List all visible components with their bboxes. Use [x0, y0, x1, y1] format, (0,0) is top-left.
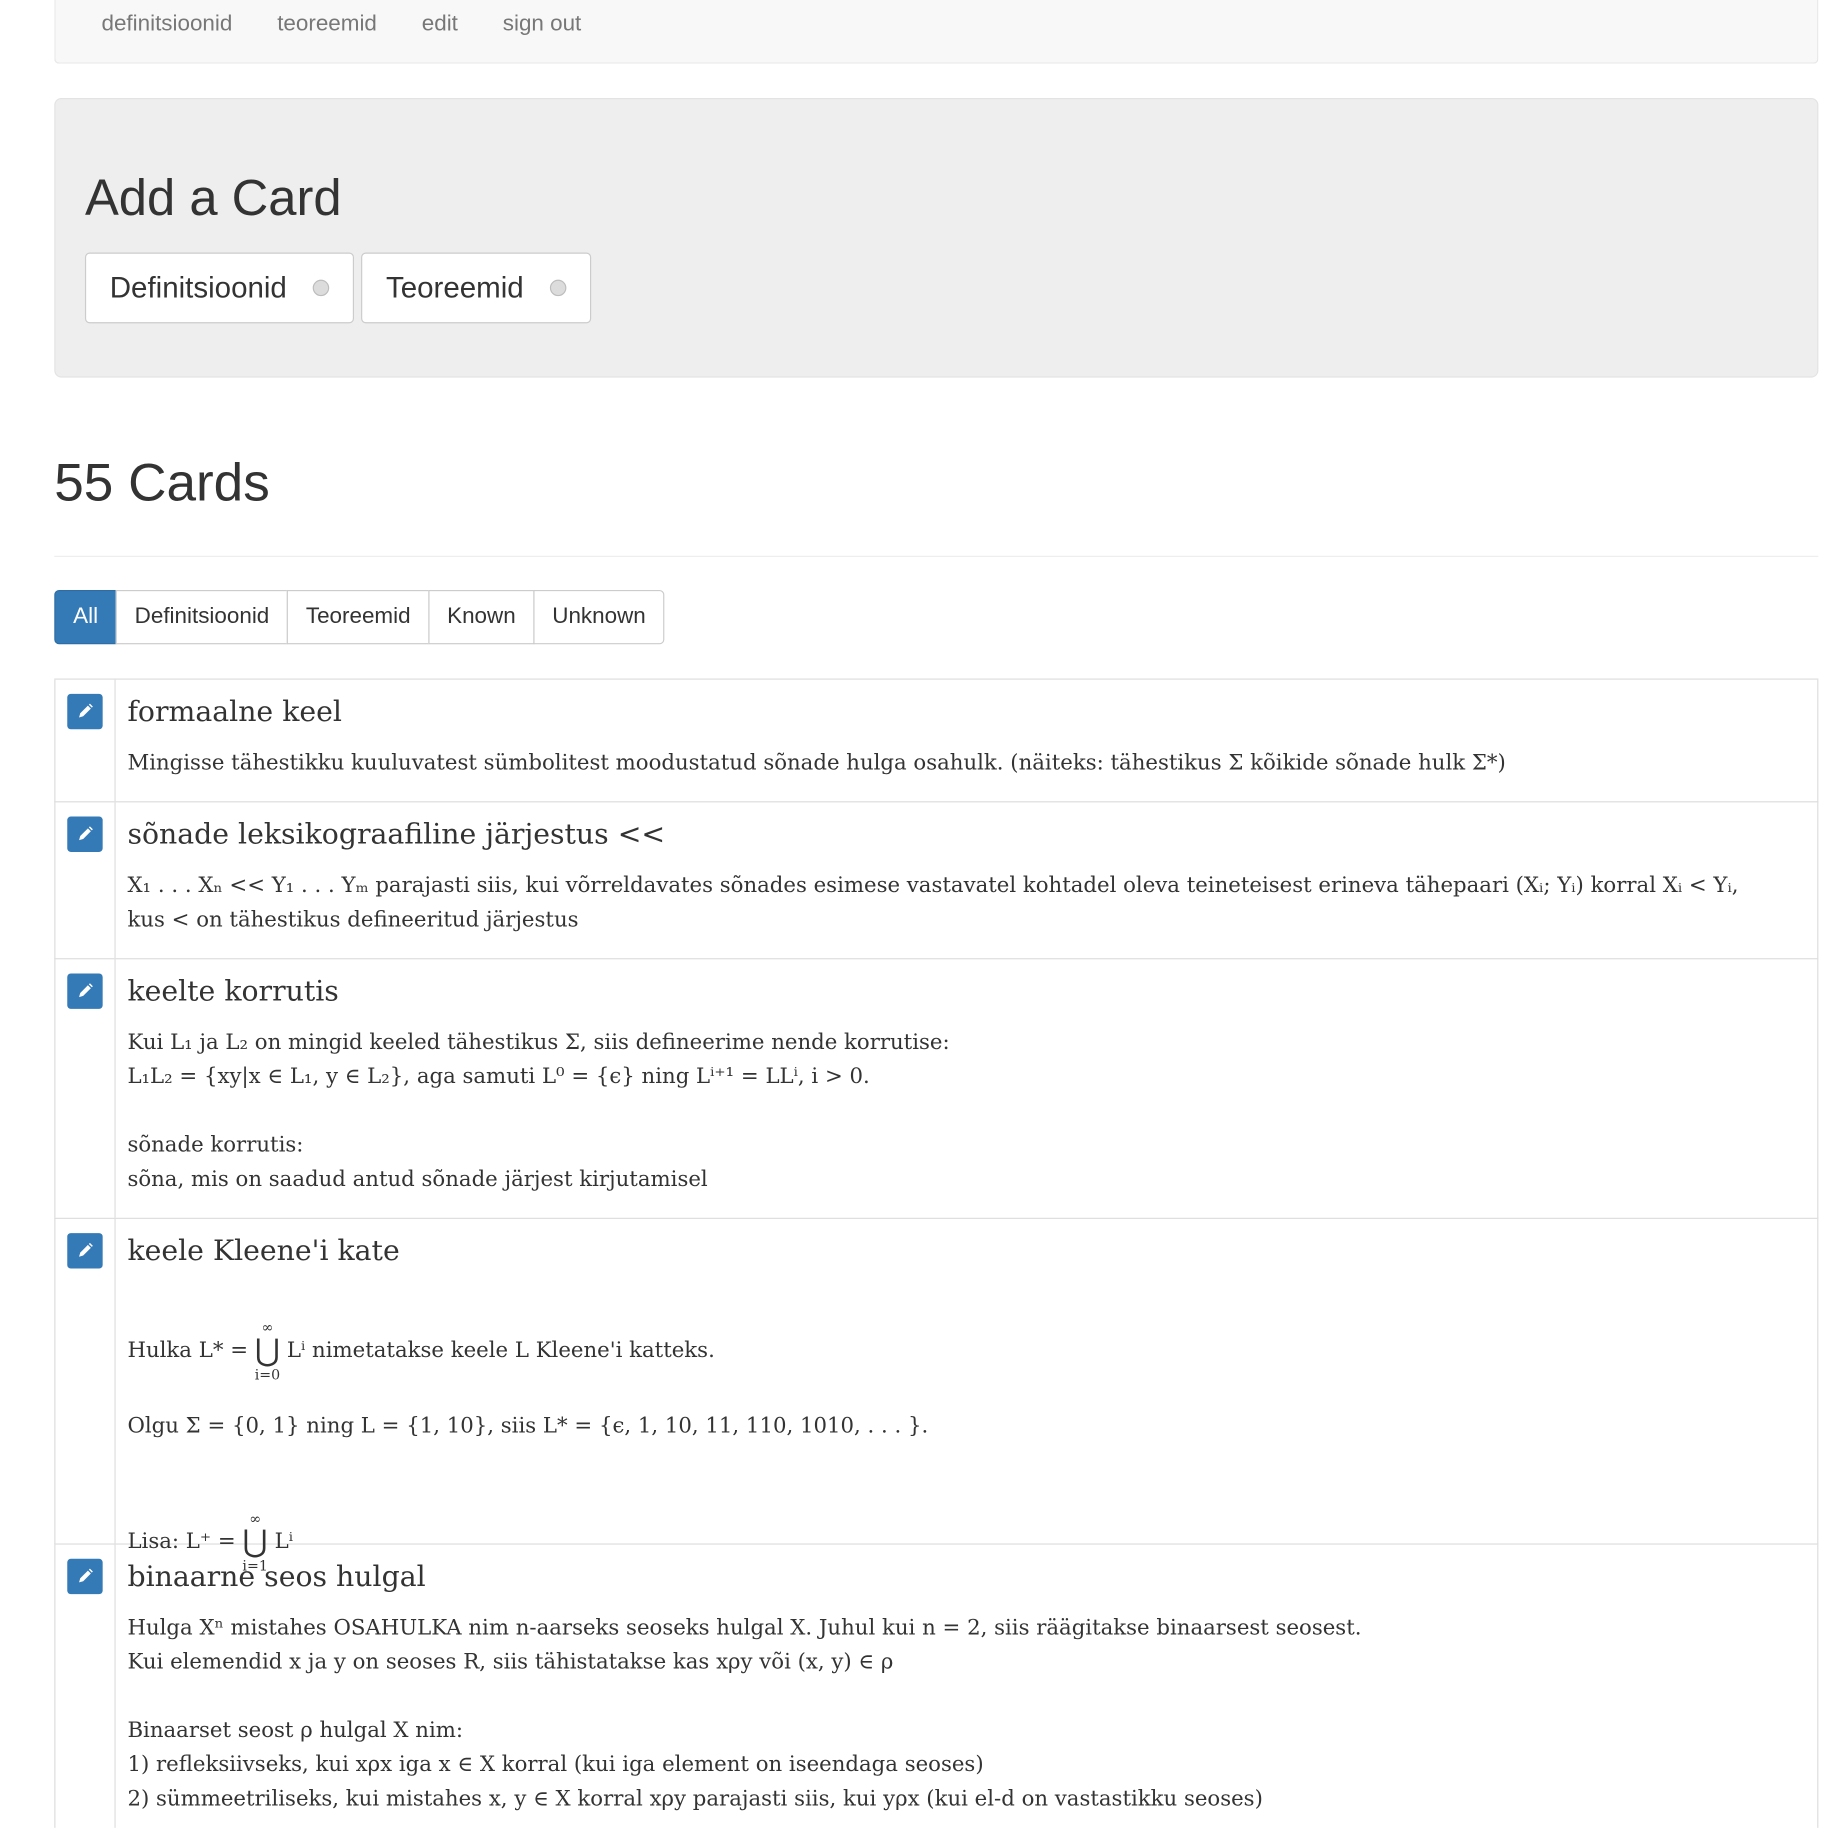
cards-count-title: 55 Cards: [54, 451, 270, 513]
card-title: keelte korrutis: [127, 974, 339, 1008]
card-edit-cell: [55, 1218, 116, 1544]
option-definitsioonid-label: Definitsioonid: [109, 270, 287, 304]
pencil-icon: [79, 1242, 93, 1257]
card-title: sõnade leksikograafiline järjestus <<: [127, 817, 666, 851]
edit-card-button[interactable]: [67, 693, 103, 730]
union-operator: ∞ ⋃ i=0: [255, 1319, 280, 1383]
card-title: keele Kleene'i kate: [127, 1234, 400, 1268]
pencil-icon: [79, 983, 93, 998]
filter-all[interactable]: All: [54, 590, 117, 645]
card-edit-cell: [55, 679, 116, 802]
filter-known[interactable]: Known: [428, 590, 535, 645]
filter-unknown[interactable]: Unknown: [533, 590, 665, 645]
union-lower-limit: i=0: [254, 1366, 281, 1383]
card-title: binaarne seos hulgal: [127, 1559, 426, 1593]
pencil-icon: [79, 1568, 93, 1583]
card-content: keele Kleene'i kate Hulka L* = ∞ ⋃ i=0 Lⁱ …: [116, 1219, 940, 1574]
card-item: keelte korrutis Kui L₁ ja L₂ on mingid k…: [54, 959, 1819, 1219]
card-text-line: Olgu Σ = {0, 1} ning L = {1, 10}, siis L…: [127, 1413, 929, 1439]
card-title: formaalne keel: [127, 695, 342, 729]
top-navbar: definitsioonid teoreemid edit sign out: [54, 0, 1819, 64]
add-card-title: Add a Card: [84, 169, 342, 227]
pencil-icon: [79, 703, 93, 718]
card-text-part: Hulka L* =: [127, 1338, 255, 1363]
option-definitsioonid[interactable]: Definitsioonid: [84, 252, 355, 324]
union-symbol: ⋃: [254, 1333, 281, 1369]
card-edit-cell: [55, 959, 116, 1218]
nav-link-definitsioonid[interactable]: definitsioonid: [79, 0, 255, 38]
filter-teoreemid[interactable]: Teoreemid: [286, 590, 430, 645]
edit-card-button[interactable]: [67, 1558, 103, 1595]
card-item: binaarne seos hulgal Hulga Xⁿ mistahes O…: [54, 1544, 1819, 1828]
card-item: formaalne keel Mingisse tähestikku kuulu…: [54, 679, 1819, 803]
divider: [54, 555, 1819, 557]
card-filter-group: All Definitsioonid Teoreemid Known Unkno…: [54, 590, 1818, 645]
pencil-icon: [79, 826, 93, 841]
card-text: Hulga Xⁿ mistahes OSAHULKA nim n-aarseks…: [127, 1615, 1362, 1812]
card-text: X₁ . . . Xₙ << Y₁ . . . Yₘ parajasti sii…: [127, 873, 1739, 933]
card-content: keelte korrutis Kui L₁ ja L₂ on mingid k…: [116, 959, 962, 1217]
add-card-panel: Add a Card Definitsioonid Teoreemid: [54, 97, 1819, 378]
edit-card-button[interactable]: [67, 973, 103, 1009]
filter-definitsioonid[interactable]: Definitsioonid: [115, 590, 289, 645]
card-text: Mingisse tähestikku kuuluvatest sümbolit…: [127, 750, 1506, 776]
card-edit-cell: [55, 802, 116, 959]
card-edit-cell: [55, 1544, 116, 1828]
nav-link-sign-out[interactable]: sign out: [480, 0, 603, 38]
card-content: binaarne seos hulgal Hulga Xⁿ mistahes O…: [116, 1545, 1374, 1828]
radio-icon[interactable]: [312, 279, 330, 297]
card-content: sõnade leksikograafiline järjestus << X₁…: [116, 802, 1751, 958]
option-teoreemid-label: Teoreemid: [385, 270, 524, 304]
card-content: formaalne keel Mingisse tähestikku kuulu…: [116, 680, 1518, 802]
nav-link-teoreemid[interactable]: teoreemid: [255, 0, 400, 38]
card-item: keele Kleene'i kate Hulka L* = ∞ ⋃ i=0 Lⁱ …: [54, 1218, 1819, 1574]
nav-link-edit[interactable]: edit: [399, 0, 480, 38]
card-type-options: Definitsioonid Teoreemid: [84, 252, 1788, 324]
edit-card-button[interactable]: [67, 1233, 103, 1269]
card-text-part: Lⁱ nimetatakse keele L Kleene'i katteks.: [280, 1338, 715, 1363]
card-text: Kui L₁ ja L₂ on mingid keeled tähestikus…: [127, 1030, 950, 1192]
edit-card-button[interactable]: [67, 816, 103, 852]
card-text-line: Hulka L* = ∞ ⋃ i=0 Lⁱ nimetatakse keele L …: [127, 1285, 928, 1383]
card-list: formaalne keel Mingisse tähestikku kuulu…: [54, 678, 1819, 1828]
radio-icon[interactable]: [549, 279, 567, 297]
card-item: sõnade leksikograafiline järjestus << X₁…: [54, 802, 1819, 960]
option-teoreemid[interactable]: Teoreemid: [361, 252, 591, 324]
